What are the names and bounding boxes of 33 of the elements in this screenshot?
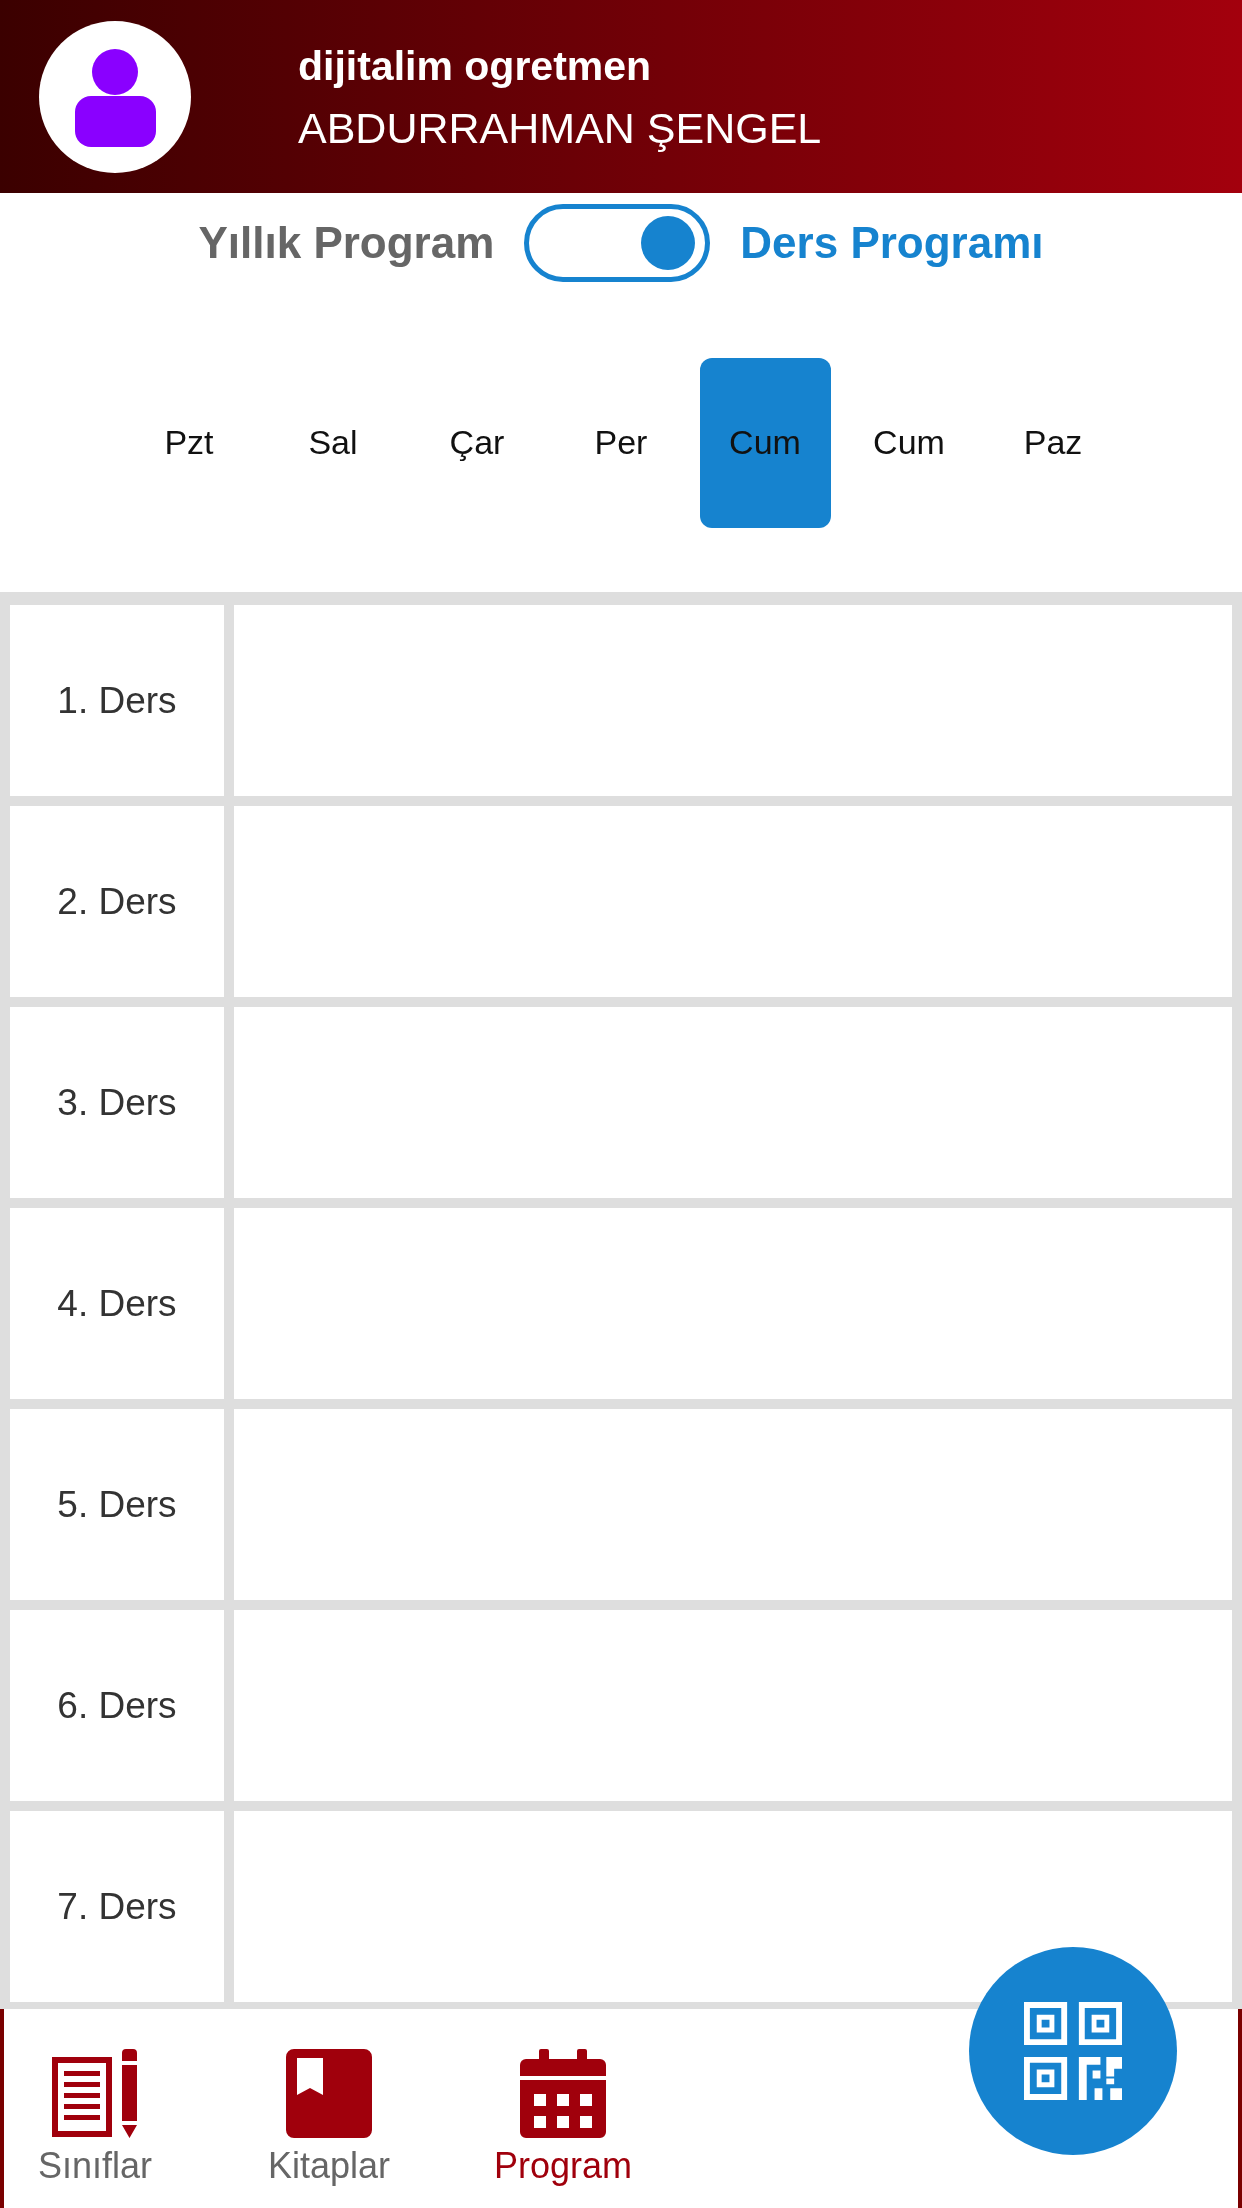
lesson-slot-cell[interactable] [234,1811,1232,2002]
nav-tab[interactable]: Program [472,2009,654,2208]
lesson-slot-cell[interactable] [234,1007,1232,1198]
lesson-slot-cell[interactable] [234,605,1232,796]
book-icon [286,2049,372,2138]
user-name: ABDURRAHMAN ŞENGEL [298,102,822,154]
nav-tab[interactable]: Sınıflar [4,2009,186,2208]
lesson-label-cell: 6. Ders [10,1610,224,1801]
lesson-label-cell: 7. Ders [10,1811,224,2002]
day-tab[interactable]: Per [555,357,687,528]
lesson-label-cell: 2. Ders [10,806,224,997]
calendar-icon [520,2049,606,2138]
day-tab[interactable]: Cum [699,357,831,528]
mode-label: Ders Programı [740,218,1044,268]
lesson-label-cell: 3. Ders [10,1007,224,1198]
lesson-slot-cell[interactable] [234,1208,1232,1399]
user-avatar-icon [39,20,191,173]
user-subtitle: dijitalim ogretmen [298,41,653,91]
lesson-label-cell: 4. Ders [10,1208,224,1399]
day-tab[interactable]: Cum [843,357,975,528]
mode-label: Yıllık Program [198,218,495,268]
day-tab[interactable]: Pzt [123,357,255,528]
lesson-slot-cell[interactable] [234,806,1232,997]
lesson-slot-cell[interactable] [234,1610,1232,1801]
day-tab[interactable]: Paz [987,357,1119,528]
day-tab[interactable]: Sal [267,357,399,528]
document-pencil-icon [52,2049,138,2138]
day-tab[interactable]: Çar [411,357,543,528]
nav-tab[interactable]: Kitaplar [238,2009,420,2208]
lesson-label-cell: 5. Ders [10,1409,224,1600]
lesson-slot-cell[interactable] [234,1409,1232,1600]
qr-code-icon [1024,2002,1122,2100]
lesson-label-cell: 1. Ders [10,605,224,796]
